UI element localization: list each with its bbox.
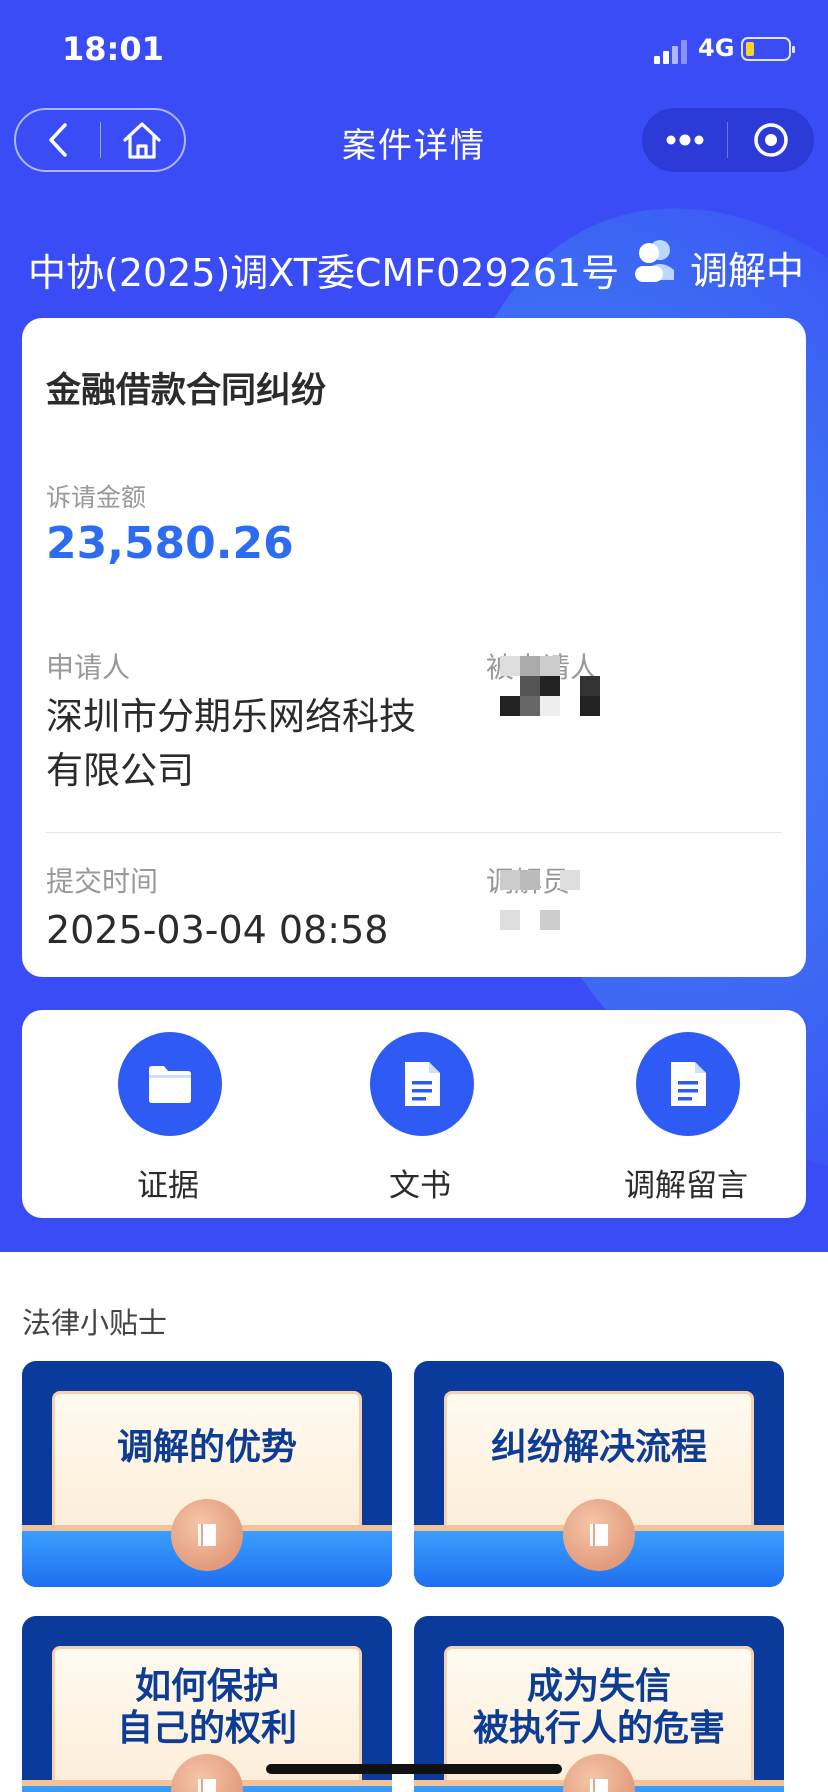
tip-title: 调解的优势 [116, 1427, 297, 1468]
battery-icon [741, 37, 795, 61]
message-icon-circle [636, 1032, 740, 1136]
action-card: 证据 文书 调解留言 [22, 1010, 806, 1218]
nav-bar: 案件详情 [0, 100, 828, 188]
respondent-name-redacted [500, 656, 600, 716]
card-divider [46, 832, 782, 833]
tip-card-dispute-process[interactable]: 纠纷解决流程 [414, 1361, 784, 1587]
documents-label: 文书 [389, 1168, 451, 1204]
applicant-name: 深圳市分期乐网络科技有限公司 [46, 695, 416, 792]
documents-icon-circle [370, 1032, 474, 1136]
mediator-name-redacted [500, 870, 600, 930]
status-bar: 18:01 4G [0, 0, 828, 100]
status-time: 18:01 [62, 30, 164, 68]
document-icon [671, 1062, 706, 1106]
submit-time: 2025-03-04 08:58 [46, 908, 389, 952]
claim-amount-label: 诉请金额 [46, 483, 147, 512]
submit-time-label: 提交时间 [46, 865, 159, 898]
case-header: 中协(2025)调XT委CMF029261号 调解中 [0, 230, 828, 300]
book-icon [171, 1499, 243, 1571]
tip-card-mediation-advantages[interactable]: 调解的优势 [22, 1361, 392, 1587]
document-icon [405, 1062, 440, 1106]
dispute-type: 金融借款合同纠纷 [46, 371, 327, 411]
claim-amount: 23,580.26 [46, 518, 294, 569]
case-status: 调解中 [690, 249, 805, 293]
mediator-user-icon [635, 240, 674, 282]
documents-button[interactable]: 文书 [330, 1030, 510, 1204]
applicant-label: 申请人 [46, 651, 131, 684]
evidence-icon-circle [118, 1032, 222, 1136]
target-icon [753, 123, 788, 157]
case-info-card: 金融借款合同纠纷 诉请金额 23,580.26 申请人 深圳市分期乐网络科技有限… [22, 318, 806, 977]
folder-icon [149, 1066, 191, 1103]
network-label: 4G [698, 34, 735, 62]
evidence-button[interactable]: 证据 [78, 1030, 258, 1204]
tip-title: 如何保护 自己的权利 [116, 1666, 297, 1749]
evidence-label: 证据 [137, 1168, 199, 1204]
tip-title: 成为失信 被执行人的危害 [472, 1666, 725, 1749]
home-indicator[interactable] [266, 1764, 562, 1774]
more-dots-icon [666, 134, 703, 146]
signal-icon [654, 38, 688, 64]
mediation-message-button[interactable]: 调解留言 [596, 1030, 776, 1204]
mediation-message-label: 调解留言 [624, 1168, 748, 1204]
case-number: 中协(2025)调XT委CMF029261号 [28, 251, 620, 295]
book-icon [563, 1499, 635, 1571]
more-button[interactable] [642, 110, 727, 170]
close-miniprogram-button[interactable] [728, 110, 813, 170]
nav-capsule-right [642, 108, 814, 172]
legal-tips-title: 法律小贴士 [22, 1306, 168, 1340]
tip-title: 纠纷解决流程 [490, 1427, 707, 1468]
